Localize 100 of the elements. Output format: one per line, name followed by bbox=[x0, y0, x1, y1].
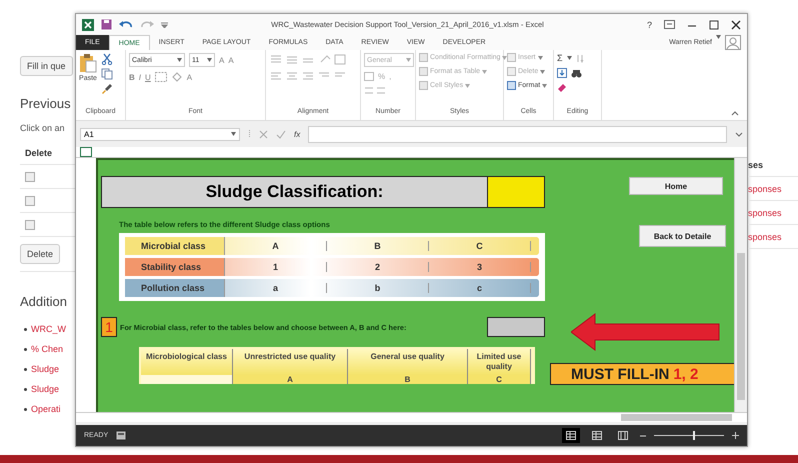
responses-link[interactable]: sponses bbox=[748, 208, 782, 218]
table-cell: b bbox=[327, 283, 429, 293]
section-heading: Addition bbox=[20, 294, 68, 309]
collapse-ribbon-icon[interactable] bbox=[731, 111, 739, 116]
cell-icon bbox=[507, 67, 516, 76]
table-cell: Microbial class bbox=[125, 237, 225, 255]
table-cell: Pollution class bbox=[125, 279, 225, 297]
responses-link[interactable]: sponses bbox=[748, 184, 782, 194]
back-button[interactable]: Back to Detaile bbox=[639, 225, 726, 247]
caret-icon bbox=[482, 70, 488, 74]
column-header: Microbiological class bbox=[141, 349, 233, 375]
avatar-icon[interactable] bbox=[725, 35, 741, 50]
column-header: ses bbox=[748, 160, 764, 170]
customize-caret-icon[interactable] bbox=[161, 22, 168, 28]
checkbox[interactable] bbox=[25, 172, 35, 182]
row-end-cap bbox=[531, 258, 539, 276]
scissors-icon[interactable] bbox=[101, 53, 113, 65]
caret-icon[interactable] bbox=[566, 56, 572, 60]
bullet-icon bbox=[24, 388, 27, 390]
eraser-icon[interactable] bbox=[557, 83, 567, 92]
row-end-cap bbox=[531, 237, 539, 255]
selected-cell[interactable] bbox=[80, 147, 92, 157]
table-cell: C bbox=[468, 375, 531, 384]
caret-icon bbox=[465, 84, 470, 88]
checkbox[interactable] bbox=[25, 196, 35, 206]
ribbon-display-icon[interactable] bbox=[664, 20, 675, 29]
highlight-cell bbox=[488, 177, 544, 207]
page-view-icon bbox=[618, 431, 628, 440]
caret-icon bbox=[538, 56, 543, 60]
table-cell: B bbox=[327, 241, 429, 251]
maximize-icon[interactable] bbox=[709, 20, 719, 30]
text-format-button[interactable]: I bbox=[138, 72, 142, 82]
autosum-button[interactable]: Σ bbox=[557, 53, 563, 63]
page-view-icon bbox=[566, 431, 576, 440]
row-end-cap bbox=[531, 279, 539, 297]
bullet-icon bbox=[24, 328, 27, 330]
insert-function-button[interactable]: fx bbox=[294, 130, 300, 138]
warning-banner: MUST FILL-IN 1, 2 bbox=[550, 363, 734, 385]
table-cell: B bbox=[348, 375, 468, 384]
caret-icon bbox=[406, 58, 411, 62]
cell-icon bbox=[507, 53, 516, 62]
copy-icon[interactable] bbox=[101, 68, 113, 80]
font-size-button[interactable]: A bbox=[219, 56, 224, 64]
sheet-title: Sludge Classification: bbox=[102, 177, 488, 207]
column-header: Limited use quality bbox=[468, 349, 531, 375]
document-link[interactable]: Operati bbox=[31, 404, 61, 414]
undo-icon[interactable] bbox=[119, 20, 133, 30]
expand-caret-icon[interactable] bbox=[735, 132, 743, 136]
instruction-text: Click on an bbox=[20, 123, 66, 133]
vertical-scrollbar[interactable] bbox=[734, 158, 747, 412]
fill-down-icon[interactable] bbox=[557, 68, 567, 78]
text-format-button[interactable]: U bbox=[145, 72, 151, 82]
section-heading: Previous bbox=[20, 96, 72, 111]
font-size-button[interactable]: A bbox=[228, 56, 234, 64]
column-header: Unrestricted use quality bbox=[233, 349, 348, 375]
caret-icon bbox=[177, 58, 182, 62]
clipboard-icon[interactable] bbox=[79, 53, 97, 73]
bullet-icon bbox=[24, 408, 27, 410]
bullet-icon bbox=[24, 368, 27, 370]
column-header: General use quality bbox=[348, 349, 468, 375]
document-link[interactable]: Sludge bbox=[31, 384, 60, 394]
view-button[interactable] bbox=[562, 428, 580, 443]
formula-input-field[interactable] bbox=[308, 126, 727, 142]
home-button[interactable]: Home bbox=[629, 177, 723, 195]
delete-button[interactable]: Delete bbox=[20, 244, 60, 264]
caret-icon bbox=[231, 132, 236, 136]
save-icon[interactable] bbox=[101, 19, 112, 30]
document-link[interactable]: % Chen bbox=[31, 344, 64, 354]
caret-icon bbox=[502, 56, 508, 60]
fill-in-button[interactable]: Fill in que bbox=[20, 56, 73, 76]
responses-link[interactable]: sponses bbox=[748, 232, 782, 242]
table-cell: 1 bbox=[225, 262, 327, 272]
horizontal-scrollbar[interactable] bbox=[76, 412, 747, 422]
arrow-left-icon bbox=[571, 313, 721, 351]
help-button[interactable]: ? bbox=[646, 20, 652, 30]
zoom-out-icon[interactable] bbox=[640, 432, 646, 438]
bullet-icon bbox=[24, 348, 27, 350]
cell-icon bbox=[507, 81, 516, 90]
brush-icon[interactable] bbox=[101, 83, 113, 95]
table-cell: a bbox=[225, 283, 327, 293]
table-cell: A bbox=[233, 375, 348, 384]
document-link[interactable]: WRC_W bbox=[31, 324, 66, 334]
binoculars-icon[interactable] bbox=[571, 68, 582, 78]
checkbox[interactable] bbox=[25, 220, 35, 230]
spreadsheet-logo-icon bbox=[82, 18, 94, 30]
column-header: Delete bbox=[25, 148, 52, 158]
close-icon[interactable] bbox=[731, 20, 741, 30]
grip-icon bbox=[248, 129, 251, 139]
document-link[interactable]: Sludge bbox=[31, 364, 60, 374]
table-cell: A bbox=[225, 241, 327, 251]
macro-record-icon[interactable] bbox=[116, 431, 126, 440]
caret-icon bbox=[207, 58, 212, 62]
name-box[interactable]: A1 bbox=[80, 128, 240, 140]
caret-icon bbox=[542, 84, 548, 88]
page-view-icon bbox=[592, 431, 602, 440]
table-cell: 2 bbox=[327, 262, 429, 272]
answer-field[interactable] bbox=[487, 317, 545, 337]
zoom-in-icon[interactable] bbox=[732, 432, 739, 439]
text-format-button[interactable]: B bbox=[129, 72, 135, 82]
font-color-button[interactable]: A bbox=[186, 72, 192, 82]
